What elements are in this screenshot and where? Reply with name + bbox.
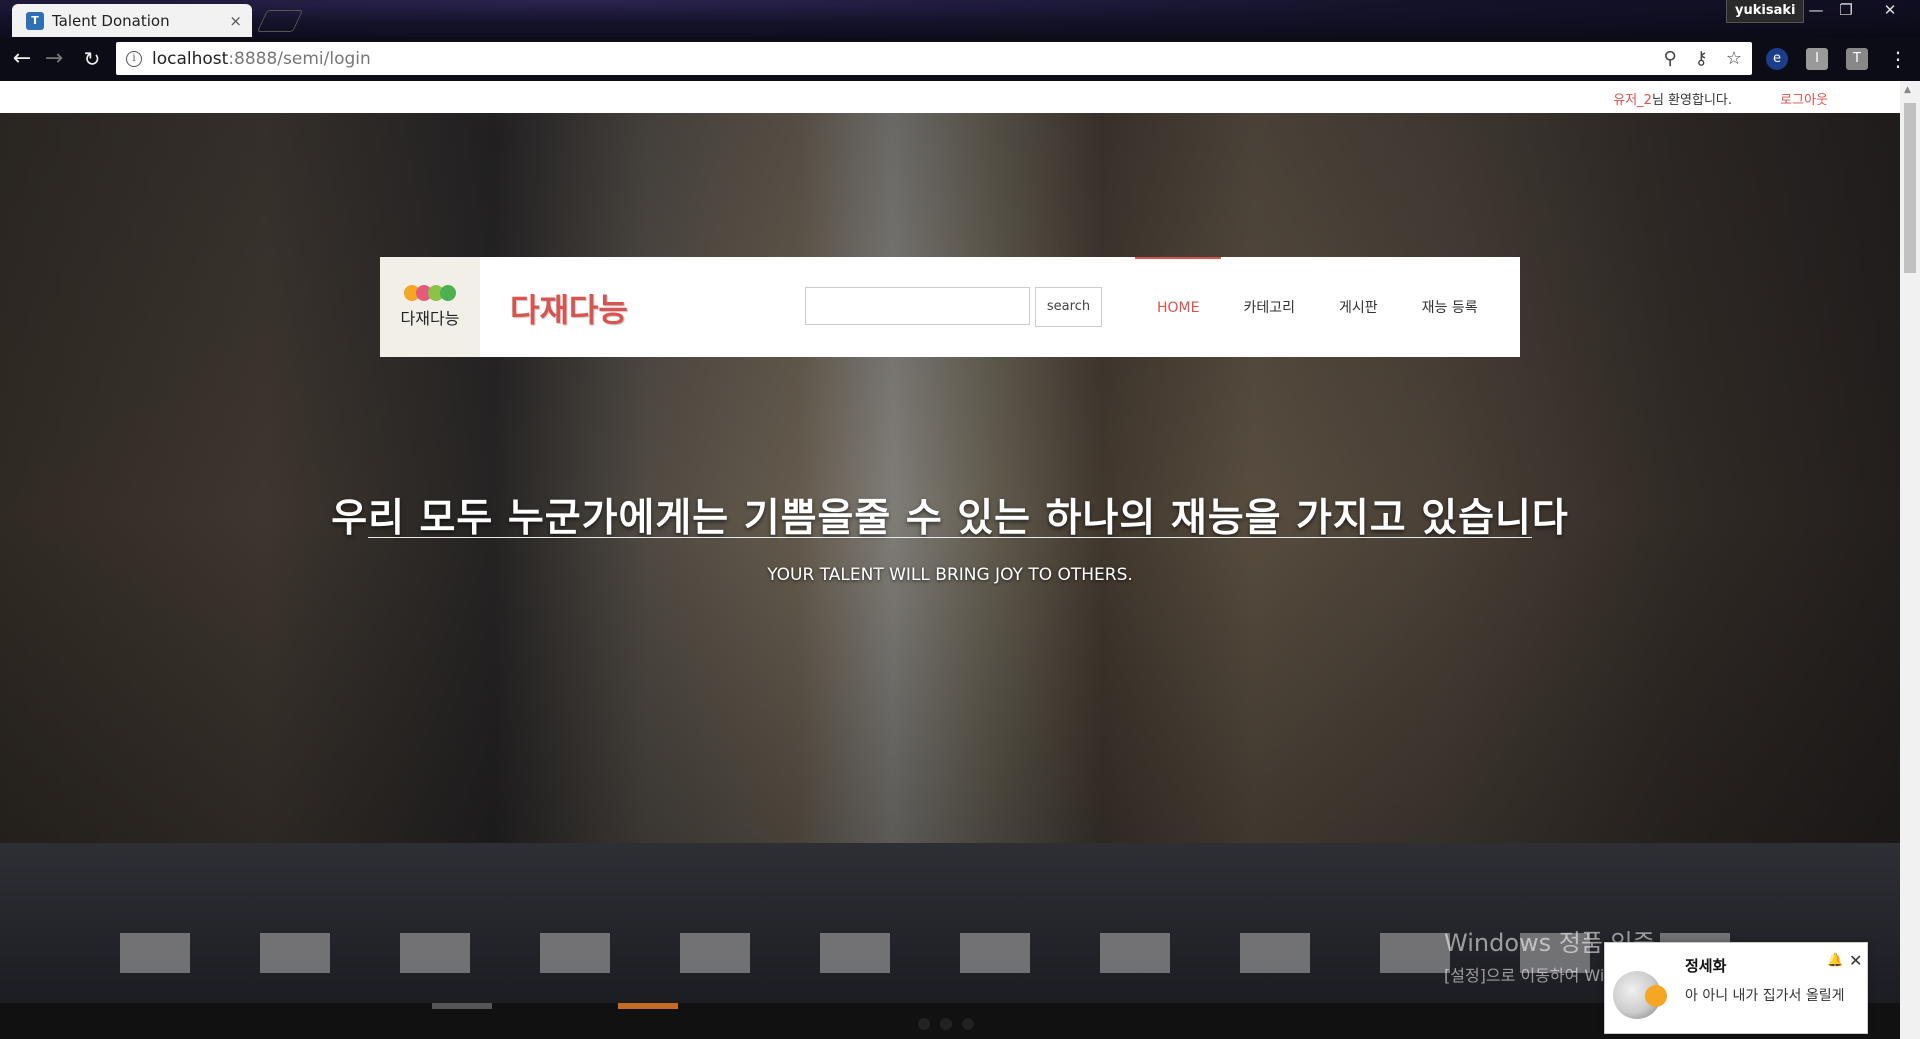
logo-text: 다재다능 [400,309,460,328]
browser-toolbar: ← → ↻ i localhost:8888/semi/login ⚲ ⚷ ☆ … [0,37,1920,81]
profile-chip[interactable]: yukisaki [1726,0,1805,23]
strip-bar [618,1003,678,1009]
browser-tab[interactable]: T Talent Donation × [12,4,252,37]
star-icon[interactable]: ☆ [1726,48,1742,69]
bell-icon[interactable]: 🔔 [1827,953,1843,968]
nav-item-category[interactable]: 카테고리 [1221,257,1317,357]
welcome-suffix: 님 환영합니다. [1651,93,1732,108]
main-nav: HOME 카테고리 게시판 재능 등록 [1135,257,1500,357]
key-icon[interactable]: ⚷ [1695,48,1708,69]
user-topbar: 유저_2님 환영합니다. 로그아웃 [0,81,1900,113]
nav-item-register-talent[interactable]: 재능 등록 [1400,257,1500,357]
page-scrollbar[interactable]: ▲ [1900,81,1920,1039]
tab-close-icon[interactable]: × [229,12,242,30]
extension-e-icon[interactable]: e [1766,48,1788,70]
search-input[interactable] [805,287,1030,325]
chat-notification[interactable]: 정세화 아 아니 내가 집가서 올릴게 🔔 ✕ [1604,942,1868,1034]
tab-title: Talent Donation [52,11,170,30]
extension-i-icon[interactable]: I [1806,48,1828,70]
carousel-indicator [918,1018,974,1030]
new-tab-button[interactable] [256,10,304,32]
nav-item-home[interactable]: HOME [1135,257,1222,357]
nav-item-board[interactable]: 게시판 [1317,257,1400,357]
hero-divider [368,537,1532,538]
forward-icon[interactable]: → [40,45,68,73]
search-button[interactable]: search [1035,287,1102,327]
carousel-dot[interactable] [962,1018,974,1030]
address-bar[interactable]: i localhost:8888/semi/login ⚲ ⚷ ☆ [116,42,1752,75]
welcome-text: 유저_2님 환영합니다. [1613,89,1732,108]
logo-dots [404,285,456,301]
info-icon[interactable]: i [126,50,142,67]
carousel-dot[interactable] [940,1018,952,1030]
extension-t-icon[interactable]: T [1846,48,1868,70]
site-logo[interactable]: 다재다능 [380,257,480,357]
zoom-icon[interactable]: ⚲ [1663,48,1676,69]
close-icon[interactable]: ✕ [1849,951,1862,970]
logout-link[interactable]: 로그아웃 [1780,89,1828,108]
hero-subtitle: YOUR TALENT WILL BRING JOY TO OTHERS. [767,565,1133,585]
messenger-badge-icon [1645,985,1667,1007]
url-path: :8888/semi/login [228,48,371,69]
window-close-icon[interactable]: ✕ [1873,0,1907,22]
strip-bar [432,1003,492,1009]
brand-title[interactable]: 다재다능 [510,285,628,331]
scroll-thumb[interactable] [1904,103,1916,273]
carousel-dot[interactable] [918,1018,930,1030]
hero-banner: 다재다능 다재다능 search HOME 카테고리 게시판 재능 등록 우리 … [0,113,1900,1003]
notification-sender: 정세화 [1685,957,1727,975]
web-page: 유저_2님 환영합니다. 로그아웃 다재다능 다재다능 search HOME … [0,81,1920,1039]
logo-dot [440,285,456,301]
restore-icon[interactable]: ❐ [1831,0,1861,22]
scroll-up-icon[interactable]: ▲ [1904,85,1911,95]
site-header: 다재다능 다재다능 search HOME 카테고리 게시판 재능 등록 [380,257,1520,357]
username: 유저_2 [1613,93,1652,108]
browser-titlebar: T Talent Donation × yukisaki — ❐ ✕ [0,0,1920,37]
notification-message: 아 아니 내가 집가서 올릴게 [1685,988,1845,1004]
favicon-icon: T [26,11,44,30]
back-icon[interactable]: ← [8,45,36,73]
url-host: localhost [152,48,229,69]
reload-icon[interactable]: ↻ [78,45,106,73]
menu-icon[interactable]: ⋮ [1888,45,1908,73]
minimize-icon[interactable]: — [1801,0,1831,22]
hero-title: 우리 모두 누군가에게는 기쁨을줄 수 있는 하나의 재능을 가지고 있습니다 [331,496,1569,541]
